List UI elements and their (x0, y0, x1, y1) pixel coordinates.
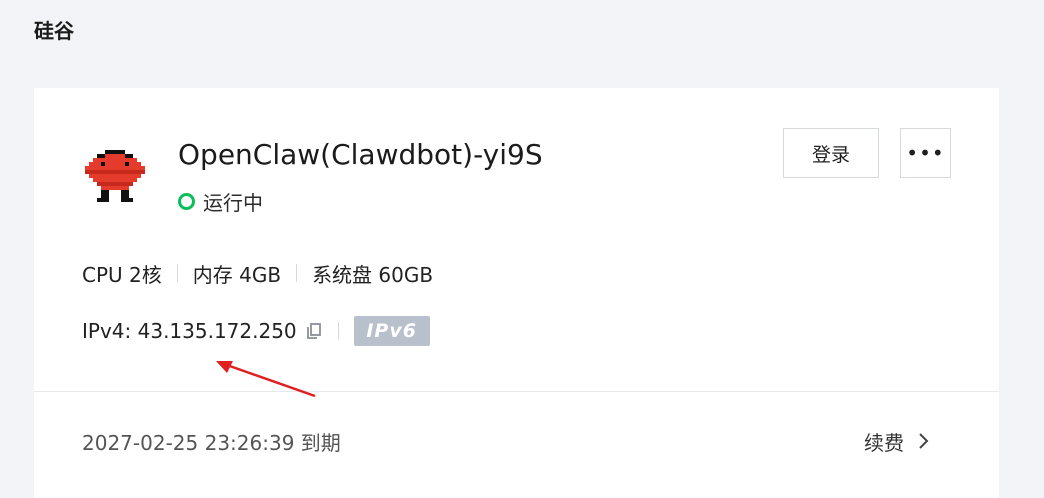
card-divider (34, 391, 999, 392)
ipv4-address: IPv4: 43.135.172.250 (82, 319, 297, 343)
instance-specs: CPU 2核 内存 4GB 系统盘 60GB (82, 256, 433, 290)
status-dot-icon (178, 192, 195, 210)
region-title: 硅谷 (34, 19, 74, 43)
memory-spec: 内存 4GB (192, 262, 282, 287)
more-actions-button[interactable]: ••• (900, 128, 951, 178)
login-button[interactable]: 登录 (783, 128, 879, 178)
disk-spec: 系统盘 60GB (312, 262, 434, 287)
ip-divider (337, 322, 339, 340)
red-mushroom-bot-icon (85, 150, 145, 202)
expiry-date: 2027-02-25 23:26:39 到期 (82, 430, 341, 455)
renew-label: 续费 (864, 430, 904, 455)
chevron-right-icon (919, 433, 929, 449)
spec-divider (296, 264, 298, 282)
cpu-spec: CPU 2核 (82, 262, 162, 287)
status-indicator: 运行中 (178, 186, 263, 216)
ipv6-badge: IPv6 (353, 316, 430, 346)
instance-card: OpenClaw(Clawdbot)-yi9S 运行中 登录 ••• CPU 2… (34, 88, 999, 498)
status-text: 运行中 (203, 190, 263, 215)
spec-divider (176, 264, 178, 282)
ip-row: IPv4: 43.135.172.250 IPv6 (82, 314, 430, 348)
copy-icon[interactable] (305, 322, 323, 340)
instance-name: OpenClaw(Clawdbot)-yi9S (178, 138, 543, 171)
renew-button[interactable]: 续费 (864, 424, 930, 458)
